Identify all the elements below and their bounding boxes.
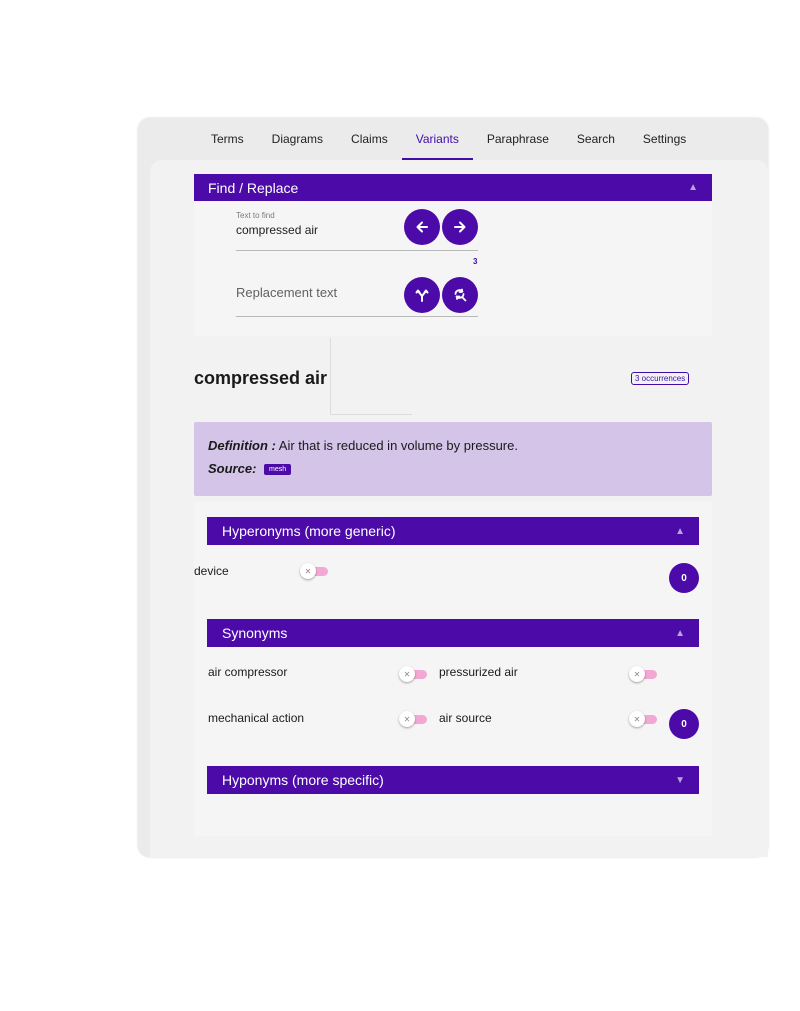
tab-claims[interactable]: Claims: [337, 120, 402, 160]
synonyms-title: Synonyms: [222, 625, 288, 641]
arrow-left-icon: [416, 221, 428, 233]
find-replace-title: Find / Replace: [208, 179, 299, 196]
hyperonyms-count[interactable]: 0: [669, 563, 699, 593]
tab-terms[interactable]: Terms: [197, 120, 258, 160]
divider: [330, 338, 331, 414]
synonyms-header[interactable]: Synonyms ▲: [207, 619, 699, 647]
replace-fork-icon: [415, 289, 429, 302]
term-title: compressed air: [194, 368, 328, 388]
synonym-toggle[interactable]: ✕: [629, 666, 659, 682]
match-count: 3: [473, 257, 478, 266]
hyponyms-title: Hyponyms (more specific): [222, 772, 384, 788]
chevron-up-icon[interactable]: ▲: [675, 526, 699, 537]
source-chip[interactable]: mesh: [264, 464, 292, 476]
next-match-button[interactable]: [442, 209, 478, 245]
chevron-up-icon[interactable]: ▲: [688, 182, 712, 193]
divider: [330, 414, 412, 415]
synonym-toggle[interactable]: ✕: [629, 711, 659, 727]
close-icon: ✕: [629, 711, 645, 727]
close-icon: ✕: [300, 563, 316, 579]
tab-bar: Terms Diagrams Claims Variants Paraphras…: [197, 120, 700, 160]
close-icon: ✕: [399, 711, 415, 727]
hyperonyms-title: Hyperonyms (more generic): [222, 523, 396, 539]
close-icon: ✕: [629, 666, 645, 682]
synonym-item: air compressor: [208, 665, 288, 679]
synonym-item: mechanical action: [208, 711, 305, 725]
definition-label: Definition :: [208, 438, 276, 453]
chevron-down-icon[interactable]: ▼: [675, 775, 699, 786]
hyperonym-item: device: [194, 564, 229, 578]
close-icon: ✕: [399, 666, 415, 682]
find-replace-header[interactable]: Find / Replace ▲: [194, 174, 712, 201]
occurrences-badge[interactable]: 3 occurrences: [631, 372, 690, 385]
tab-variants[interactable]: Variants: [401, 120, 473, 160]
search-replace-icon: [454, 288, 467, 302]
tab-paraphrase[interactable]: Paraphrase: [473, 120, 563, 160]
synonym-item: pressurized air: [439, 665, 518, 679]
synonym-toggle[interactable]: ✕: [399, 711, 429, 727]
hyperonym-toggle[interactable]: ✕: [300, 563, 330, 579]
source-label: Source:: [208, 461, 257, 476]
synonym-toggle[interactable]: ✕: [399, 666, 429, 682]
replace-button[interactable]: [404, 277, 440, 313]
tab-search[interactable]: Search: [563, 120, 629, 160]
previous-match-button[interactable]: [404, 209, 440, 245]
chevron-up-icon[interactable]: ▲: [675, 628, 699, 639]
definition-card: Definition : Air that is reduced in volu…: [194, 422, 712, 496]
definition-text: Air that is reduced in volume by pressur…: [278, 438, 518, 453]
replace-all-button[interactable]: [442, 277, 478, 313]
hyperonyms-header[interactable]: Hyperonyms (more generic) ▲: [207, 517, 699, 545]
arrow-right-icon: [454, 221, 466, 233]
definition-line: Definition : Air that is reduced in volu…: [208, 438, 518, 453]
tab-settings[interactable]: Settings: [629, 120, 700, 160]
synonym-item: air source: [439, 711, 492, 725]
tab-diagrams[interactable]: Diagrams: [258, 120, 337, 160]
source-line: Source: mesh: [208, 461, 292, 476]
find-text-label: Text to find: [236, 211, 275, 220]
synonyms-count[interactable]: 0: [669, 709, 699, 739]
hyponyms-header[interactable]: Hyponyms (more specific) ▼: [207, 766, 699, 794]
